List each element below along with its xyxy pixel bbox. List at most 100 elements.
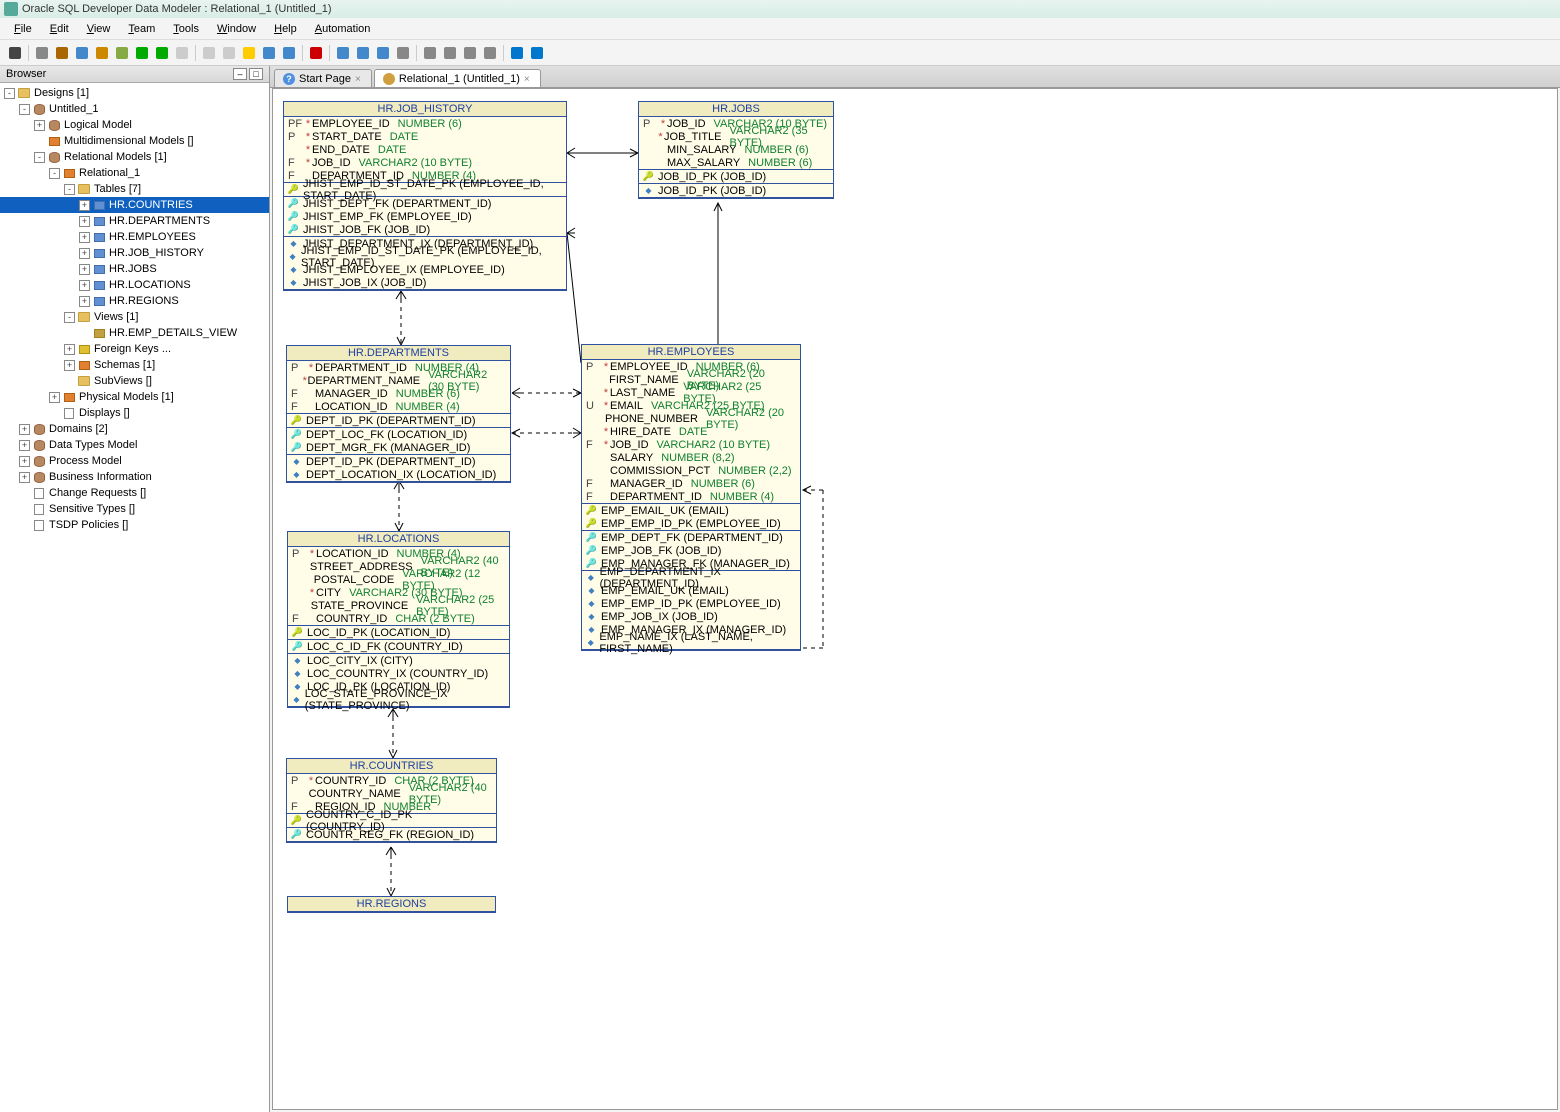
table-icon[interactable] [53,44,71,62]
entity-employees[interactable]: HR.EMPLOYEESP*EMPLOYEE_IDNUMBER (6)FIRST… [581,344,801,651]
fk-row[interactable]: EMP_JOB_FK (JOB_ID) [582,544,800,557]
idx-row[interactable]: EMP_NAME_IX (LAST_NAME, FIRST_NAME) [582,636,800,649]
column-row[interactable]: PHONE_NUMBERVARCHAR2 (20 BYTE) [582,412,800,425]
tree-node[interactable]: +Domains [2] [0,421,269,437]
tree-node[interactable]: +Schemas [1] [0,357,269,373]
expand-icon[interactable]: + [79,264,90,275]
column-row[interactable]: COMMISSION_PCTNUMBER (2,2) [582,464,800,477]
column-row[interactable]: F*JOB_IDVARCHAR2 (10 BYTE) [582,438,800,451]
entity-regions[interactable]: HR.REGIONS [287,896,496,913]
expand-icon[interactable]: + [79,232,90,243]
column-row[interactable]: PF*EMPLOYEE_IDNUMBER (6) [284,117,566,130]
entity-locations[interactable]: HR.LOCATIONSP*LOCATION_IDNUMBER (4)STREE… [287,531,510,708]
sq2-icon[interactable] [421,44,439,62]
column-row[interactable]: POSTAL_CODEVARCHAR2 (12 BYTE) [288,573,509,586]
maximize-icon[interactable]: □ [249,68,263,80]
collapse-icon[interactable]: - [19,104,30,115]
sheet-icon[interactable] [73,44,91,62]
zoom-out-icon[interactable] [374,44,392,62]
open-icon[interactable] [260,44,278,62]
idx-row[interactable]: JHIST_JOB_IX (JOB_ID) [284,276,566,289]
multi-icon[interactable] [93,44,111,62]
idx-row[interactable]: JOB_ID_PK (JOB_ID) [639,184,833,197]
tree-node[interactable]: +Physical Models [1] [0,389,269,405]
find-icon[interactable] [334,44,352,62]
expand-icon[interactable]: + [64,360,75,371]
pk-row[interactable]: JOB_ID_PK (JOB_ID) [639,170,833,183]
tree-node[interactable]: +HR.EMPLOYEES [0,229,269,245]
entity-departments[interactable]: HR.DEPARTMENTSP*DEPARTMENT_IDNUMBER (4)*… [286,345,511,483]
tree-node[interactable]: -Designs [1] [0,85,269,101]
entity-job_history[interactable]: HR.JOB_HISTORYPF*EMPLOYEE_IDNUMBER (6)P*… [283,101,567,291]
tree-node[interactable]: +HR.LOCATIONS [0,277,269,293]
diagram-canvas[interactable]: HR.JOB_HISTORYPF*EMPLOYEE_IDNUMBER (6)P*… [272,88,1558,1110]
column-row[interactable]: STATE_PROVINCEVARCHAR2 (25 BYTE) [288,599,509,612]
forward-icon[interactable] [153,44,171,62]
doc3-icon[interactable] [220,44,238,62]
tree-node[interactable]: SubViews [] [0,373,269,389]
tree-node[interactable]: Sensitive Types [] [0,501,269,517]
fk-row[interactable]: EMP_DEPT_FK (DEPARTMENT_ID) [582,531,800,544]
menu-edit[interactable]: Edit [42,21,77,37]
pk-row[interactable]: DEPT_ID_PK (DEPARTMENT_ID) [287,414,510,427]
menu-automation[interactable]: Automation [307,21,379,37]
tree-node[interactable]: +Data Types Model [0,437,269,453]
pk-row[interactable]: COUNTRY_C_ID_PK (COUNTRY_ID) [287,814,496,827]
expand-icon[interactable]: + [19,456,30,467]
column-row[interactable]: COUNTRY_NAMEVARCHAR2 (40 BYTE) [287,787,496,800]
sq4-icon[interactable] [461,44,479,62]
column-row[interactable]: F*JOB_IDVARCHAR2 (10 BYTE) [284,156,566,169]
tree-node[interactable]: -Views [1] [0,309,269,325]
idx-row[interactable]: EMP_JOB_IX (JOB_ID) [582,610,800,623]
menu-file[interactable]: File [6,21,40,37]
sq3-icon[interactable] [441,44,459,62]
column-row[interactable]: SALARYNUMBER (8,2) [582,451,800,464]
expand-icon[interactable]: + [79,248,90,259]
delete-icon[interactable] [307,44,325,62]
entity-jobs[interactable]: HR.JOBSP*JOB_IDVARCHAR2 (10 BYTE)*JOB_TI… [638,101,834,199]
fk-row[interactable]: DEPT_LOC_FK (LOCATION_ID) [287,428,510,441]
fk-row[interactable]: COUNTR_REG_FK (REGION_ID) [287,828,496,841]
column-row[interactable]: *JOB_TITLEVARCHAR2 (35 BYTE) [639,130,833,143]
menu-view[interactable]: View [79,21,119,37]
menu-window[interactable]: Window [209,21,264,37]
expand-icon[interactable]: + [79,296,90,307]
clip-icon[interactable] [113,44,131,62]
collapse-icon[interactable]: - [49,168,60,179]
grid-icon[interactable] [33,44,51,62]
next-icon[interactable] [528,44,546,62]
zoom-in-icon[interactable] [354,44,372,62]
column-row[interactable]: FLOCATION_IDNUMBER (4) [287,400,510,413]
save-icon[interactable] [280,44,298,62]
tree-node[interactable]: Change Requests [] [0,485,269,501]
tree-node[interactable]: +HR.JOBS [0,261,269,277]
new-icon[interactable] [240,44,258,62]
tree-node[interactable]: +HR.DEPARTMENTS [0,213,269,229]
collapse-icon[interactable]: - [4,88,15,99]
expand-icon[interactable]: + [79,216,90,227]
idx-row[interactable]: DEPT_LOCATION_IX (LOCATION_ID) [287,468,510,481]
column-row[interactable]: *END_DATEDATE [284,143,566,156]
tree-node[interactable]: -Relational Models [1] [0,149,269,165]
tree-node[interactable]: -Relational_1 [0,165,269,181]
doc2-icon[interactable] [200,44,218,62]
doc1-icon[interactable] [173,44,191,62]
tree-node[interactable]: +Foreign Keys ... [0,341,269,357]
fk-row[interactable]: LOC_C_ID_FK (COUNTRY_ID) [288,640,509,653]
idx-row[interactable]: DEPT_ID_PK (DEPARTMENT_ID) [287,455,510,468]
browser-tree[interactable]: -Designs [1]-Untitled_1+Logical ModelMul… [0,83,269,1112]
column-row[interactable]: *DEPARTMENT_NAMEVARCHAR2 (30 BYTE) [287,374,510,387]
tree-node[interactable]: +HR.COUNTRIES [0,197,269,213]
tab[interactable]: ?Start Page× [274,69,372,87]
fk-row[interactable]: JHIST_JOB_FK (JOB_ID) [284,223,566,236]
expand-icon[interactable]: + [19,472,30,483]
tree-node[interactable]: +HR.JOB_HISTORY [0,245,269,261]
collapse-icon[interactable]: - [64,312,75,323]
close-icon[interactable]: × [355,74,361,85]
expand-icon[interactable]: + [19,440,30,451]
idx-row[interactable]: EMP_EMP_ID_PK (EMPLOYEE_ID) [582,597,800,610]
fk-row[interactable]: JHIST_EMP_FK (EMPLOYEE_ID) [284,210,566,223]
collapse-icon[interactable]: - [64,184,75,195]
cursor-icon[interactable] [6,44,24,62]
tree-node[interactable]: TSDP Policies [] [0,517,269,533]
